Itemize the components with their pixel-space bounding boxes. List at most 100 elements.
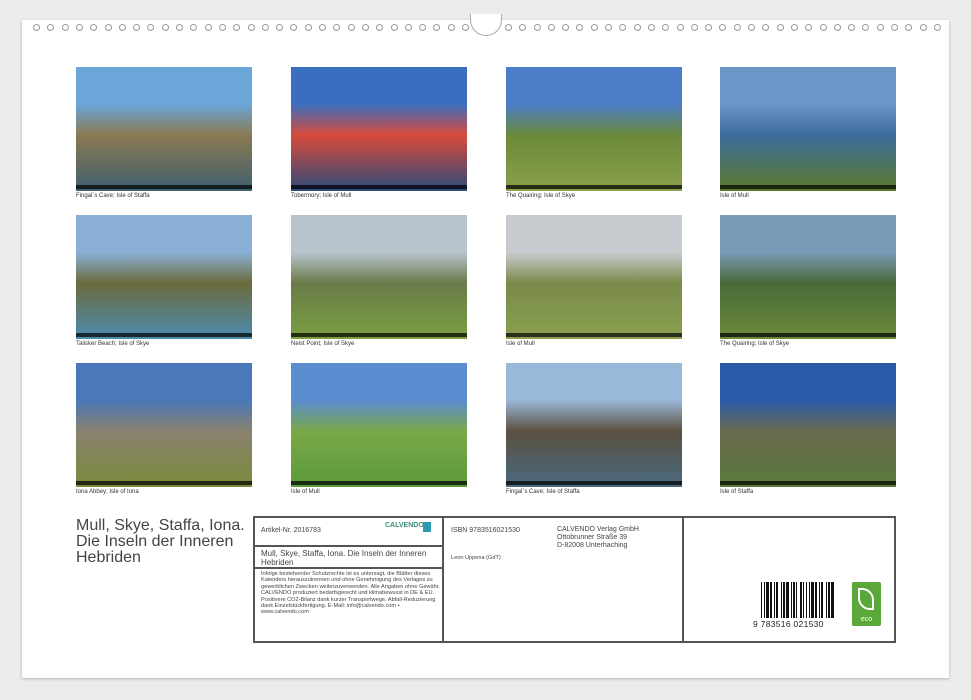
landscape-photo <box>720 67 896 191</box>
barcode-bar <box>815 582 817 618</box>
binding-hole <box>205 24 212 31</box>
landscape-photo <box>76 67 252 191</box>
calvendo-logo-icon <box>423 522 431 532</box>
photo-caption: The Quairing; Isle of Skye <box>720 341 789 347</box>
binding-hole <box>391 24 398 31</box>
month-strip <box>76 185 252 189</box>
binding-hole <box>62 24 69 31</box>
barcode-bar <box>793 582 795 618</box>
month-strip <box>506 481 682 485</box>
binding-hole <box>662 24 669 31</box>
landscape-photo <box>506 67 682 191</box>
barcode-bar <box>781 582 782 618</box>
barcode-bar <box>786 582 789 618</box>
month-strip <box>720 333 896 337</box>
eco-logo: eco <box>852 582 881 626</box>
publisher-line: Ottobrunner Straße 39 <box>557 534 639 542</box>
binding-hole <box>290 24 297 31</box>
binding-hole <box>834 24 841 31</box>
calendar-title: Mull, Skye, Staffa, Iona. Die Inseln der… <box>76 518 246 566</box>
publisher-address: CALVENDO Verlag GmbH Ottobrunner Straße … <box>557 526 639 550</box>
landscape-photo <box>506 215 682 339</box>
legal-text: Infolge bestehender Schutzrechte ist es … <box>261 571 441 616</box>
binding-hole <box>376 24 383 31</box>
month-strip <box>291 481 467 485</box>
binding-hole <box>305 24 312 31</box>
eco-label: eco <box>852 616 881 623</box>
binding-hole <box>433 24 440 31</box>
binding-hole <box>648 24 655 31</box>
binding-hole <box>219 24 226 31</box>
barcode-bar <box>791 582 792 618</box>
binding-hole <box>705 24 712 31</box>
barcode-bar <box>803 582 804 618</box>
barcode-bar <box>828 582 830 618</box>
binding-hole <box>348 24 355 31</box>
barcode-bar <box>809 582 810 618</box>
barcode-bar <box>776 582 778 618</box>
binding-hole <box>90 24 97 31</box>
photo-caption: Isle of Staffa <box>720 489 753 495</box>
barcode-bar <box>761 582 762 618</box>
barcode-number: 9 783516 021530 <box>753 619 824 629</box>
barcode-bar <box>770 582 772 618</box>
binding-hole <box>805 24 812 31</box>
binding-hole <box>190 24 197 31</box>
landscape-photo <box>76 215 252 339</box>
photo-caption: Tobermory; Isle of Mull <box>291 193 351 199</box>
landscape-photo <box>291 363 467 487</box>
binding-hole <box>147 24 154 31</box>
barcode-bar <box>819 582 820 618</box>
binding-hole <box>47 24 54 31</box>
binding-hole <box>562 24 569 31</box>
binding-hole <box>748 24 755 31</box>
binding-hole <box>319 24 326 31</box>
binding-hole <box>162 24 169 31</box>
landscape-photo <box>506 363 682 487</box>
binding-hole <box>362 24 369 31</box>
photo-caption: Fingal´s Cave; Isle of Staffa <box>76 193 150 199</box>
binding-hole <box>419 24 426 31</box>
binding-hole <box>462 24 469 31</box>
binding-hole <box>877 24 884 31</box>
month-strip <box>291 185 467 189</box>
barcode-bar <box>783 582 785 618</box>
isbn: ISBN 9783516021530 <box>451 527 520 534</box>
binding-hole <box>233 24 240 31</box>
barcode-bar <box>826 582 827 618</box>
photo-caption: Fingal´s Cave; Isle of Staffa <box>506 489 580 495</box>
landscape-photo <box>291 215 467 339</box>
calvendo-logo: CALVENDO <box>385 522 424 529</box>
binding-hole <box>934 24 941 31</box>
photo-caption: Talisker Beach; Isle of Skye <box>76 341 149 347</box>
binding-hole <box>862 24 869 31</box>
binding-hole <box>734 24 741 31</box>
month-strip <box>506 185 682 189</box>
info-box: Artikel-Nr. 2016783 CALVENDO Mull, Skye,… <box>253 516 896 643</box>
month-strip <box>76 333 252 337</box>
binding-hole <box>76 24 83 31</box>
barcode-bar <box>796 582 797 618</box>
binding-hole <box>905 24 912 31</box>
month-strip <box>76 481 252 485</box>
binding-hole <box>105 24 112 31</box>
binding-hole <box>262 24 269 31</box>
month-strip <box>506 333 682 337</box>
publisher-line: CALVENDO Verlag GmbH <box>557 526 639 534</box>
landscape-photo <box>720 363 896 487</box>
binding-hole <box>848 24 855 31</box>
product-title: Mull, Skye, Staffa, Iona. Die Inseln der… <box>261 549 436 567</box>
binding-hole <box>820 24 827 31</box>
binding-hole <box>576 24 583 31</box>
barcode-bar <box>800 582 802 618</box>
binding-hole <box>534 24 541 31</box>
binding-hole <box>634 24 641 31</box>
binding-hole <box>248 24 255 31</box>
binding-hole <box>133 24 140 31</box>
binding-hole <box>33 24 40 31</box>
binding-hole <box>591 24 598 31</box>
barcode-bar <box>821 582 823 618</box>
barcode-bar <box>811 582 814 618</box>
photo-caption: Isle of Mull <box>720 193 749 199</box>
author: Leon Uppena (GdT) <box>451 555 501 561</box>
